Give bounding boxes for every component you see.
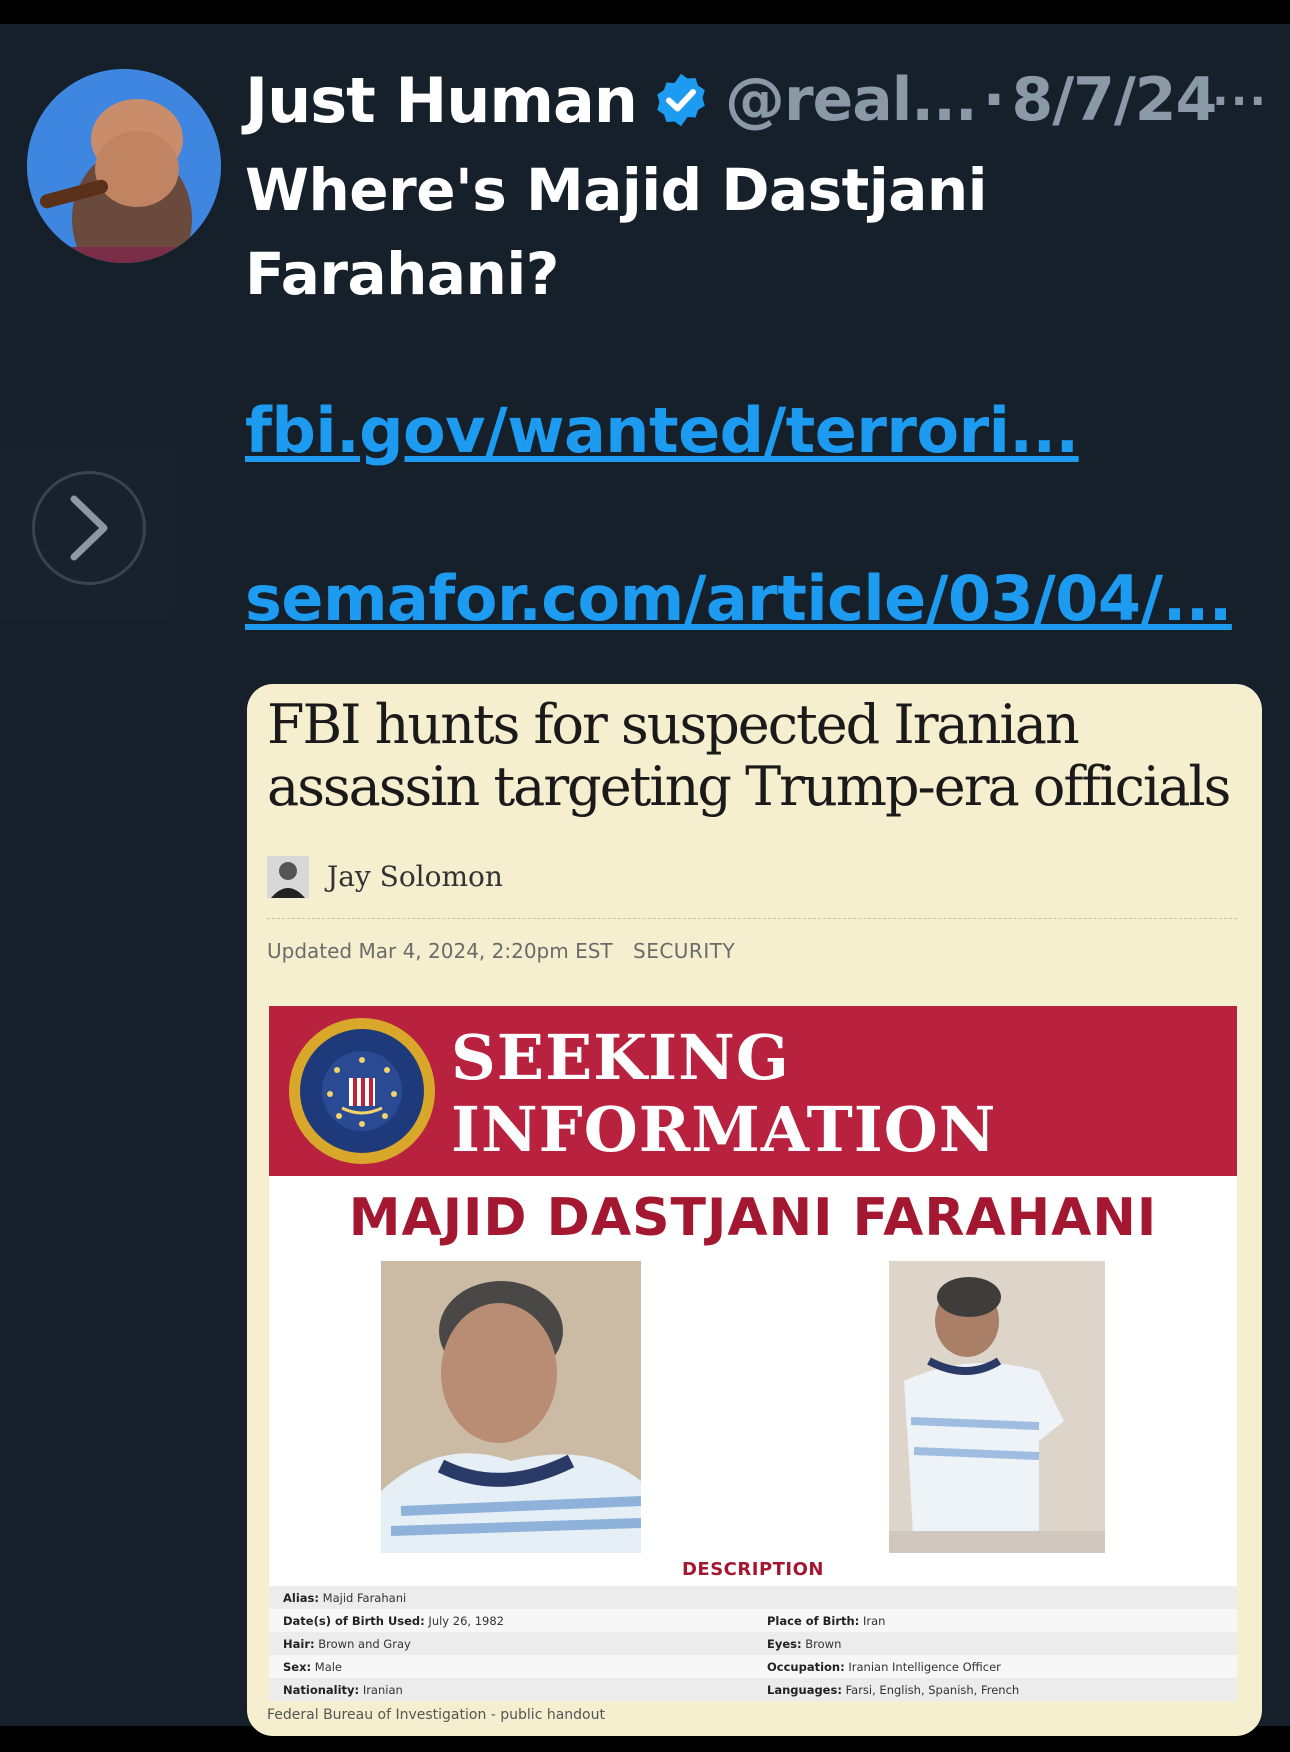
display-name[interactable]: Just Human — [245, 64, 638, 137]
semafor-link[interactable]: semafor.com/article/03/04/... — [245, 562, 1232, 635]
description-row: Date(s) of Birth Used: July 26, 1982 Pla… — [269, 1609, 1237, 1632]
description-table: Alias: Majid Farahani Date(s) of Birth U… — [269, 1586, 1237, 1701]
fbi-link[interactable]: fbi.gov/wanted/terrori... — [245, 394, 1079, 467]
photo-closeup-image — [381, 1261, 641, 1553]
description-cell-left: Nationality: Iranian — [269, 1683, 753, 1697]
fbi-seal-icon — [289, 1018, 435, 1164]
poster-banner: SEEKING INFORMATION — [269, 1006, 1237, 1176]
article-author: Jay Solomon — [327, 860, 503, 893]
tweet-header: Just Human @real... · 8/7/24 — [245, 60, 1217, 140]
photo-fullbody-image — [889, 1261, 1105, 1553]
article-screenshot-card[interactable]: FBI hunts for suspected Iranian assassin… — [247, 684, 1262, 1736]
field-label: Eyes: — [767, 1636, 802, 1651]
description-cell-right: Languages: Farsi, English, Spanish, Fren… — [753, 1683, 1237, 1697]
field-label: Date(s) of Birth Used: — [283, 1613, 425, 1628]
field-value: Male — [314, 1659, 343, 1674]
subject-photo-closeup — [381, 1261, 641, 1553]
chevron-right-icon — [70, 495, 108, 561]
avatar-photo — [27, 69, 221, 263]
image-caption: Federal Bureau of Investigation - public… — [267, 1707, 605, 1723]
poster-title-line2: INFORMATION — [451, 1093, 997, 1166]
verified-badge-icon — [657, 73, 705, 127]
field-label: Nationality: — [283, 1682, 360, 1697]
article-updated: Updated Mar 4, 2024, 2:20pm EST — [267, 939, 613, 963]
field-label: Place of Birth: — [767, 1613, 860, 1628]
field-label: Hair: — [283, 1636, 315, 1651]
user-handle[interactable]: @real... — [725, 65, 978, 135]
description-cell-left: Date(s) of Birth Used: July 26, 1982 — [269, 1614, 753, 1628]
field-value: Iran — [862, 1613, 886, 1628]
poster-title: SEEKING INFORMATION — [451, 1022, 996, 1166]
author-photo — [267, 856, 309, 898]
tweet-text: Where's Majid Dastjani Farahani? — [245, 156, 988, 308]
description-cell-right: Occupation: Iranian Intelligence Officer — [753, 1660, 1237, 1674]
user-avatar[interactable] — [27, 69, 221, 263]
field-label: Alias: — [283, 1590, 319, 1605]
description-cell-right: Place of Birth: Iran — [753, 1614, 1237, 1628]
divider — [267, 918, 1237, 919]
tweet-panel: Just Human @real... · 8/7/24 ··· Where's… — [0, 24, 1290, 1736]
description-cell-right: Eyes: Brown — [753, 1637, 1237, 1651]
description-cell-left: Sex: Male — [269, 1660, 753, 1674]
description-cell-left: Alias: Majid Farahani — [269, 1591, 753, 1605]
description-row: Alias: Majid Farahani — [269, 1586, 1237, 1609]
description-row: Sex: Male Occupation: Iranian Intelligen… — [269, 1655, 1237, 1678]
field-label: Occupation: — [767, 1659, 845, 1674]
field-label: Sex: — [283, 1659, 312, 1674]
poster-title-line1: SEEKING — [451, 1021, 790, 1094]
field-value: Iranian Intelligence Officer — [848, 1659, 1001, 1674]
next-button[interactable] — [32, 471, 146, 585]
field-value: Farsi, English, Spanish, French — [845, 1682, 1020, 1697]
author-avatar — [267, 856, 309, 898]
field-value: Iranian — [362, 1682, 403, 1697]
description-row: Nationality: Iranian Languages: Farsi, E… — [269, 1678, 1237, 1701]
description-cell-left: Hair: Brown and Gray — [269, 1637, 753, 1651]
fbi-poster: SEEKING INFORMATION MAJID DASTJANI FARAH… — [269, 1006, 1237, 1701]
tweet-date[interactable]: 8/7/24 — [1011, 65, 1217, 135]
subject-photo-fullbody — [889, 1261, 1105, 1553]
field-value: Majid Farahani — [322, 1590, 407, 1605]
separator-dot: · — [982, 65, 1006, 135]
subject-name: MAJID DASTJANI FARAHANI — [348, 1188, 1158, 1248]
field-value: Brown and Gray — [318, 1636, 411, 1651]
article-headline: FBI hunts for suspected Iranian assassin… — [267, 693, 1231, 818]
article-section: SECURITY — [633, 939, 736, 963]
description-row: Hair: Brown and Gray Eyes: Brown — [269, 1632, 1237, 1655]
field-value: Brown — [805, 1636, 842, 1651]
more-icon[interactable]: ··· — [1212, 76, 1268, 127]
description-heading: DESCRIPTION — [681, 1559, 824, 1580]
field-value: July 26, 1982 — [428, 1613, 504, 1628]
field-label: Languages: — [767, 1682, 842, 1697]
